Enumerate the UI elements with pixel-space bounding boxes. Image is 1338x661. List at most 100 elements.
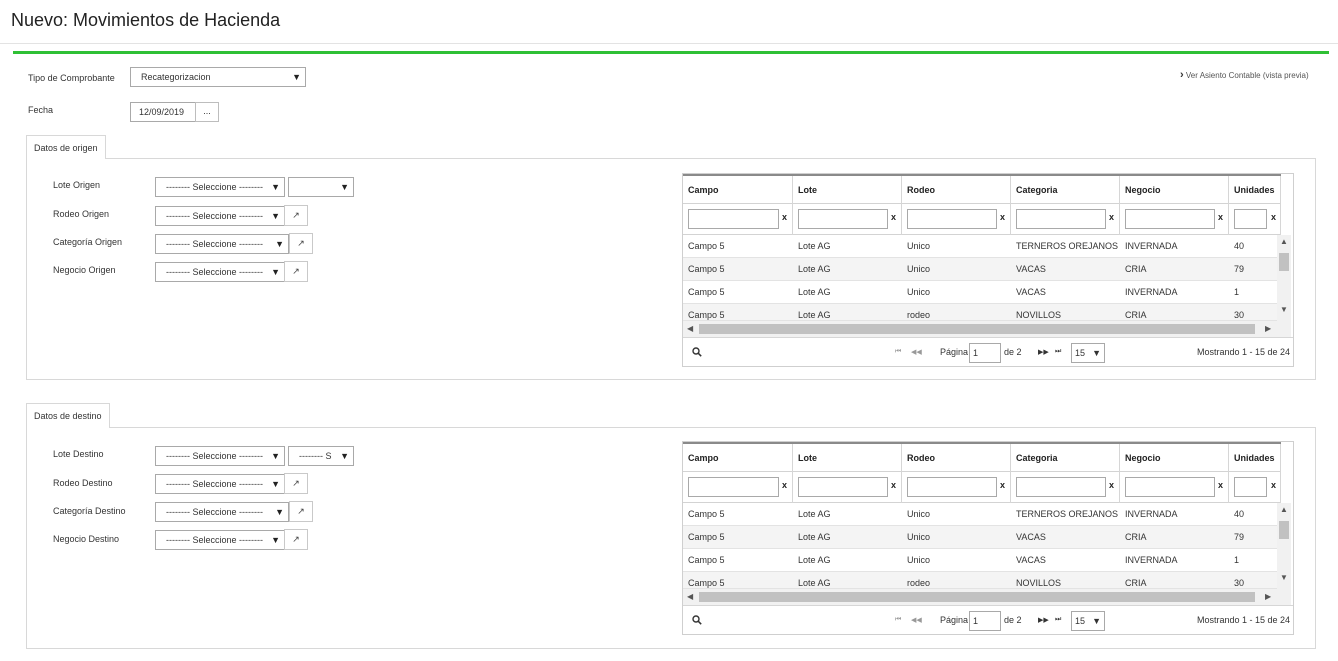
clear-filter-icon[interactable]: x [782,480,787,490]
filter-campo-input[interactable] [688,477,779,497]
cell: Lote AG [798,532,831,542]
negocio-origen-select[interactable]: -------- Seleccione -------- ▼ [155,262,285,282]
horizontal-scrollbar[interactable]: ◀ ▶ [683,589,1291,605]
col-rodeo[interactable]: Rodeo [902,176,1011,204]
filter-campo-input[interactable] [688,209,779,229]
last-page-icon[interactable]: ⏭ [1055,616,1061,624]
scroll-left-icon[interactable]: ◀ [687,592,693,601]
table-row[interactable]: Campo 5 Lote AG Unico VACAS CRIA 79 [683,526,1277,549]
col-categoria[interactable]: Categoria [1011,444,1120,472]
prev-page-icon[interactable]: ◀◀ [911,348,922,356]
lote-destino-extra-select[interactable]: -------- S ▼ [288,446,354,466]
tab-datos-destino[interactable]: Datos de destino [26,403,110,428]
table-row[interactable]: Campo 5 Lote AG rodeo NOVILLOS CRIA 30 [683,572,1277,589]
prev-page-icon[interactable]: ◀◀ [911,616,922,624]
lote-origen-extra-select[interactable]: ▼ [288,177,354,197]
filter-unidades-input[interactable] [1234,209,1267,229]
scroll-up-icon[interactable]: ▲ [1280,505,1288,514]
negocio-origen-external-button[interactable]: ↗ [284,261,308,282]
scroll-right-icon[interactable]: ▶ [1265,592,1271,601]
ver-asiento-link[interactable]: › Ver Asiento Contable (vista previa) [1180,69,1309,81]
page-size-select[interactable]: 15 ▼ [1071,611,1105,631]
vertical-scrollbar[interactable]: ▲ ▼ [1277,235,1291,321]
negocio-destino-select[interactable]: -------- Seleccione -------- ▼ [155,530,285,550]
filter-rodeo-input[interactable] [907,209,997,229]
scroll-thumb[interactable] [1279,253,1289,271]
next-page-icon[interactable]: ▶▶ [1038,616,1049,624]
scroll-down-icon[interactable]: ▼ [1280,573,1288,582]
col-categoria[interactable]: Categoria [1011,176,1120,204]
filter-negocio-input[interactable] [1125,209,1215,229]
clear-filter-icon[interactable]: x [1109,480,1114,490]
first-page-icon[interactable]: ⏮ [895,348,901,356]
categoria-destino-external-button[interactable]: ↗ [289,501,313,522]
col-rodeo[interactable]: Rodeo [902,444,1011,472]
scroll-up-icon[interactable]: ▲ [1280,237,1288,246]
clear-filter-icon[interactable]: x [782,212,787,222]
rodeo-origen-external-button[interactable]: ↗ [284,205,308,226]
horizontal-scrollbar[interactable]: ◀ ▶ [683,321,1291,337]
clear-filter-icon[interactable]: x [1109,212,1114,222]
table-row[interactable]: Campo 5 Lote AG Unico TERNEROS OREJANOS … [683,503,1277,526]
col-unidades[interactable]: Unidades [1229,176,1281,204]
chevron-down-icon: ▼ [340,182,349,192]
scroll-thumb[interactable] [1279,521,1289,539]
page-number-input[interactable]: 1 [969,611,1001,631]
cell: Lote AG [798,555,831,565]
clear-filter-icon[interactable]: x [1000,212,1005,222]
col-lote[interactable]: Lote [793,444,902,472]
page-number-input[interactable]: 1 [969,343,1001,363]
clear-filter-icon[interactable]: x [1271,212,1276,222]
table-row[interactable]: Campo 5 Lote AG Unico VACAS INVERNADA 1 [683,549,1277,572]
col-campo[interactable]: Campo [683,176,793,204]
lote-destino-select[interactable]: -------- Seleccione -------- ▼ [155,446,285,466]
filter-lote-input[interactable] [798,209,888,229]
search-icon[interactable] [692,615,702,627]
grid-pager: ⏮ ◀◀ Página 1 de 2 ▶▶ ⏭ 15 ▼ Mostrando 1 … [683,605,1293,634]
tipo-comprobante-select[interactable]: Recategorizacion ▼ [130,67,306,87]
scroll-thumb[interactable] [699,592,1255,602]
page-size-select[interactable]: 15 ▼ [1071,343,1105,363]
filter-rodeo-input[interactable] [907,477,997,497]
rodeo-destino-select[interactable]: -------- Seleccione -------- ▼ [155,474,285,494]
categoria-destino-select[interactable]: -------- Seleccione -------- ▼ [155,502,289,522]
fecha-input[interactable]: 12/09/2019 [130,102,196,122]
filter-unidades-input[interactable] [1234,477,1267,497]
clear-filter-icon[interactable]: x [891,480,896,490]
col-campo[interactable]: Campo [683,444,793,472]
lote-origen-select[interactable]: -------- Seleccione -------- ▼ [155,177,285,197]
clear-filter-icon[interactable]: x [1000,480,1005,490]
vertical-scrollbar[interactable]: ▲ ▼ [1277,503,1291,589]
clear-filter-icon[interactable]: x [1218,480,1223,490]
search-icon[interactable] [692,347,702,359]
scroll-down-icon[interactable]: ▼ [1280,305,1288,314]
filter-lote-input[interactable] [798,477,888,497]
col-negocio[interactable]: Negocio [1120,176,1229,204]
clear-filter-icon[interactable]: x [1218,212,1223,222]
clear-filter-icon[interactable]: x [891,212,896,222]
categoria-origen-external-button[interactable]: ↗ [289,233,313,254]
fecha-picker-button[interactable]: ... [195,102,219,122]
tab-datos-origen[interactable]: Datos de origen [26,135,106,159]
next-page-icon[interactable]: ▶▶ [1038,348,1049,356]
categoria-origen-select[interactable]: -------- Seleccione -------- ▼ [155,234,289,254]
table-row[interactable]: Campo 5 Lote AG rodeo NOVILLOS CRIA 30 [683,304,1277,321]
col-lote[interactable]: Lote [793,176,902,204]
scroll-thumb[interactable] [699,324,1255,334]
filter-categoria-input[interactable] [1016,477,1106,497]
last-page-icon[interactable]: ⏭ [1055,348,1061,356]
table-row[interactable]: Campo 5 Lote AG Unico VACAS CRIA 79 [683,258,1277,281]
filter-negocio-input[interactable] [1125,477,1215,497]
negocio-destino-external-button[interactable]: ↗ [284,529,308,550]
col-negocio[interactable]: Negocio [1120,444,1229,472]
col-unidades[interactable]: Unidades [1229,444,1281,472]
rodeo-origen-select[interactable]: -------- Seleccione -------- ▼ [155,206,285,226]
filter-categoria-input[interactable] [1016,209,1106,229]
table-row[interactable]: Campo 5 Lote AG Unico VACAS INVERNADA 1 [683,281,1277,304]
clear-filter-icon[interactable]: x [1271,480,1276,490]
rodeo-destino-external-button[interactable]: ↗ [284,473,308,494]
table-row[interactable]: Campo 5 Lote AG Unico TERNEROS OREJANOS … [683,235,1277,258]
scroll-left-icon[interactable]: ◀ [687,324,693,333]
first-page-icon[interactable]: ⏮ [895,616,901,624]
scroll-right-icon[interactable]: ▶ [1265,324,1271,333]
